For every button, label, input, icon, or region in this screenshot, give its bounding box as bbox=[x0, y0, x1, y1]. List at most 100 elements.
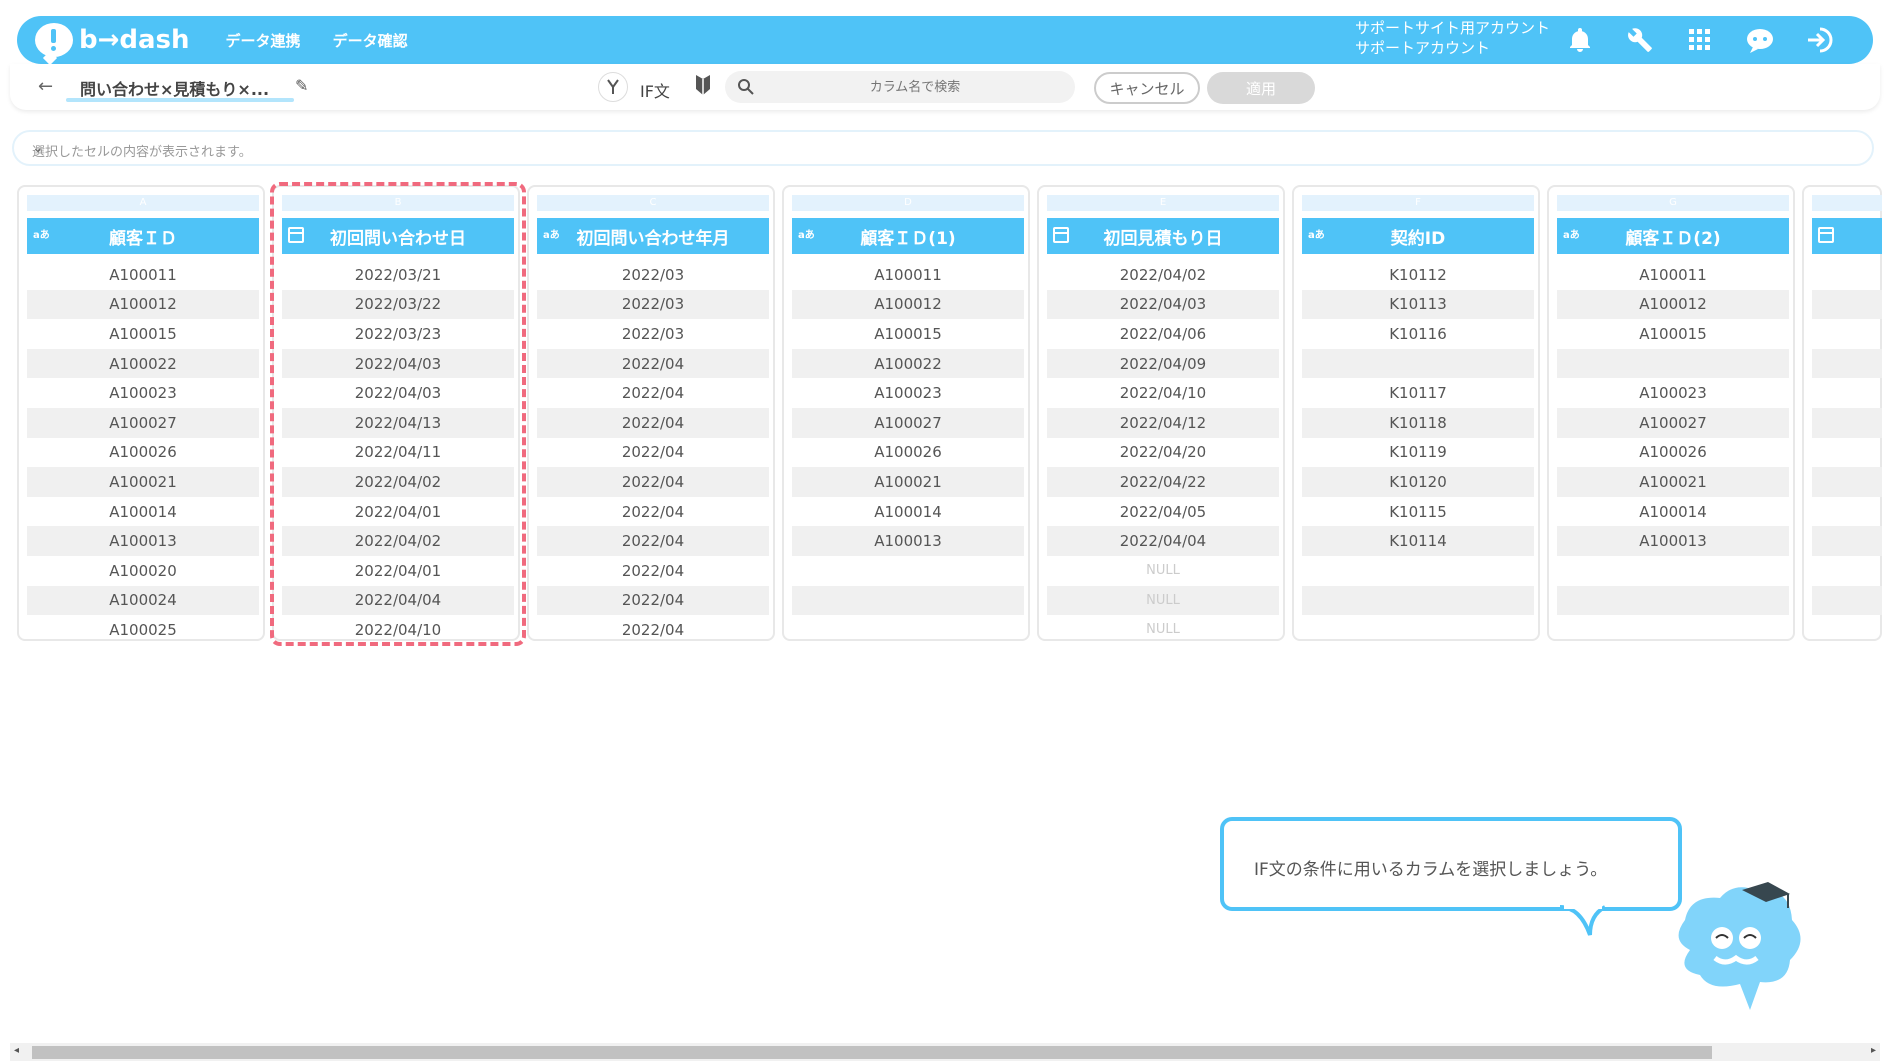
table-cell[interactable]: A100026 bbox=[1557, 438, 1789, 468]
table-cell[interactable]: A100022 bbox=[27, 348, 259, 379]
table-cell[interactable]: 2022/03 bbox=[537, 289, 769, 320]
table-cell[interactable] bbox=[1302, 348, 1534, 379]
table-cell[interactable]: K10115 bbox=[1302, 497, 1534, 527]
table-cell[interactable]: A100022 bbox=[792, 348, 1024, 379]
table-cell[interactable] bbox=[1812, 289, 1882, 320]
table-cell[interactable]: A100025 bbox=[27, 615, 259, 645]
nav-data-link[interactable]: データ連携 bbox=[226, 30, 301, 51]
table-cell[interactable]: K10112 bbox=[1302, 260, 1534, 290]
table-cell[interactable]: 2022/04/02 bbox=[282, 467, 514, 497]
back-arrow-icon[interactable]: ← bbox=[38, 76, 53, 97]
table-cell[interactable]: 2022/04 bbox=[537, 438, 769, 468]
table-cell[interactable]: 2022/03/23 bbox=[282, 319, 514, 349]
table-cell[interactable] bbox=[1557, 615, 1789, 645]
table-cell[interactable]: A100023 bbox=[1557, 378, 1789, 408]
table-cell[interactable]: 2022/04/06 bbox=[1047, 319, 1279, 349]
table-cell[interactable]: 2022/04/01 bbox=[282, 497, 514, 527]
table-cell[interactable]: 2022/04/02 bbox=[1047, 260, 1279, 290]
table-cell[interactable] bbox=[1812, 526, 1882, 556]
table-cell[interactable]: 2022/04 bbox=[537, 348, 769, 379]
table-cell[interactable]: 2022/04/01 bbox=[282, 556, 514, 586]
table-cell[interactable]: A100027 bbox=[1557, 407, 1789, 438]
table-cell[interactable] bbox=[1812, 348, 1882, 379]
table-cell[interactable]: K10120 bbox=[1302, 467, 1534, 497]
table-cell[interactable]: 2022/04/20 bbox=[1047, 438, 1279, 468]
table-cell[interactable]: A100011 bbox=[1557, 260, 1789, 290]
table-cell[interactable]: A100014 bbox=[1557, 497, 1789, 527]
column-search-input[interactable] bbox=[765, 71, 1065, 103]
table-cell[interactable]: A100014 bbox=[792, 497, 1024, 527]
table-cell[interactable] bbox=[1557, 348, 1789, 379]
table-cell[interactable]: A100012 bbox=[1557, 289, 1789, 320]
table-cell[interactable] bbox=[1557, 585, 1789, 616]
table-cell[interactable] bbox=[1812, 407, 1882, 438]
table-cell[interactable]: 2022/04/13 bbox=[282, 407, 514, 438]
table-cell[interactable]: 2022/04 bbox=[537, 615, 769, 645]
cell-content-bar[interactable]: 選択したセルの内容が表示されます。 ⌄ bbox=[12, 130, 1874, 166]
nav-data-check[interactable]: データ確認 bbox=[333, 30, 408, 51]
table-cell[interactable]: 2022/04 bbox=[537, 526, 769, 556]
column-f[interactable]: Faあ 契約ID K10112 K10113 K10116 K10117 K10118 K10… bbox=[1292, 185, 1540, 641]
column-header[interactable]: aあ 初回問い合わせ年月 bbox=[537, 218, 769, 254]
logout-icon[interactable] bbox=[1805, 25, 1835, 55]
column-header[interactable]: 初回見積もり日 bbox=[1047, 218, 1279, 254]
table-cell[interactable]: 2022/04/09 bbox=[1047, 348, 1279, 379]
table-cell[interactable]: K10113 bbox=[1302, 289, 1534, 320]
column-header[interactable]: aあ 顧客ＩＤ bbox=[27, 218, 259, 254]
grid-icon[interactable] bbox=[1685, 25, 1715, 55]
table-cell[interactable] bbox=[792, 556, 1024, 586]
column-e[interactable]: E 初回見積もり日 2022/04/02 2022/04/03 2022/04/06 20… bbox=[1037, 185, 1285, 641]
table-cell[interactable]: 2022/04/05 bbox=[1047, 497, 1279, 527]
table-cell[interactable]: 2022/04/04 bbox=[282, 585, 514, 616]
column-header[interactable]: 初回問い合わせ日 bbox=[282, 218, 514, 254]
scroll-left-arrow-icon[interactable]: ◂ bbox=[14, 1045, 19, 1056]
table-cell[interactable]: A100021 bbox=[792, 467, 1024, 497]
table-cell[interactable]: A100026 bbox=[27, 438, 259, 468]
table-cell[interactable]: A100013 bbox=[792, 526, 1024, 556]
account-info[interactable]: サポートサイト用アカウント サポートアカウント bbox=[1355, 18, 1550, 58]
table-cell[interactable]: A100013 bbox=[1557, 526, 1789, 556]
column-header[interactable]: aあ 契約ID bbox=[1302, 218, 1534, 254]
table-cell[interactable]: 2022/04/03 bbox=[282, 378, 514, 408]
table-cell[interactable] bbox=[792, 585, 1024, 616]
column-d[interactable]: Daあ 顧客ＩＤ(1) A100011 A100012 A100015 A100022 A1… bbox=[782, 185, 1030, 641]
table-cell[interactable]: A100026 bbox=[792, 438, 1024, 468]
b-dash-logo[interactable]: b→dash bbox=[35, 23, 190, 57]
table-cell[interactable] bbox=[1812, 497, 1882, 527]
table-cell[interactable]: NULL bbox=[1047, 556, 1279, 586]
scroll-right-arrow-icon[interactable]: ▸ bbox=[1871, 1045, 1876, 1056]
wrench-icon[interactable] bbox=[1625, 25, 1655, 55]
table-cell[interactable]: 2022/04/12 bbox=[1047, 407, 1279, 438]
table-cell[interactable]: A100021 bbox=[1557, 467, 1789, 497]
file-name[interactable]: 問い合わせ×見積もり×... bbox=[80, 76, 269, 100]
table-cell[interactable]: K10114 bbox=[1302, 526, 1534, 556]
bell-icon[interactable] bbox=[1565, 25, 1595, 55]
table-cell[interactable]: A100015 bbox=[27, 319, 259, 349]
scrollbar-thumb[interactable] bbox=[32, 1046, 1712, 1059]
table-cell[interactable]: A100023 bbox=[792, 378, 1024, 408]
table-cell[interactable] bbox=[1812, 319, 1882, 349]
cancel-button[interactable]: キャンセル bbox=[1094, 72, 1200, 104]
table-cell[interactable]: NULL bbox=[1047, 585, 1279, 616]
table-cell[interactable]: A100014 bbox=[27, 497, 259, 527]
table-cell[interactable]: A100011 bbox=[27, 260, 259, 290]
table-cell[interactable]: A100012 bbox=[792, 289, 1024, 320]
column-c[interactable]: Caあ 初回問い合わせ年月 2022/03 2022/03 2022/03 2022/04… bbox=[527, 185, 775, 641]
table-cell[interactable] bbox=[1812, 438, 1882, 468]
table-cell[interactable]: A100015 bbox=[792, 319, 1024, 349]
table-cell[interactable]: 2022/04/03 bbox=[1047, 289, 1279, 320]
column-header[interactable]: aあ 顧客ＩＤ(1) bbox=[792, 218, 1024, 254]
table-cell[interactable] bbox=[1812, 260, 1882, 290]
table-cell[interactable] bbox=[792, 615, 1024, 645]
table-cell[interactable]: 2022/04/10 bbox=[1047, 378, 1279, 408]
table-cell[interactable] bbox=[1302, 585, 1534, 616]
table-cell[interactable]: A100024 bbox=[27, 585, 259, 616]
table-cell[interactable]: 2022/03 bbox=[537, 319, 769, 349]
table-cell[interactable] bbox=[1812, 585, 1882, 616]
table-cell[interactable]: 2022/04 bbox=[537, 467, 769, 497]
chevron-down-icon[interactable]: ⌄ bbox=[32, 140, 1854, 156]
table-cell[interactable] bbox=[1812, 467, 1882, 497]
table-cell[interactable]: A100020 bbox=[27, 556, 259, 586]
table-cell[interactable] bbox=[1302, 556, 1534, 586]
table-cell[interactable]: K10116 bbox=[1302, 319, 1534, 349]
